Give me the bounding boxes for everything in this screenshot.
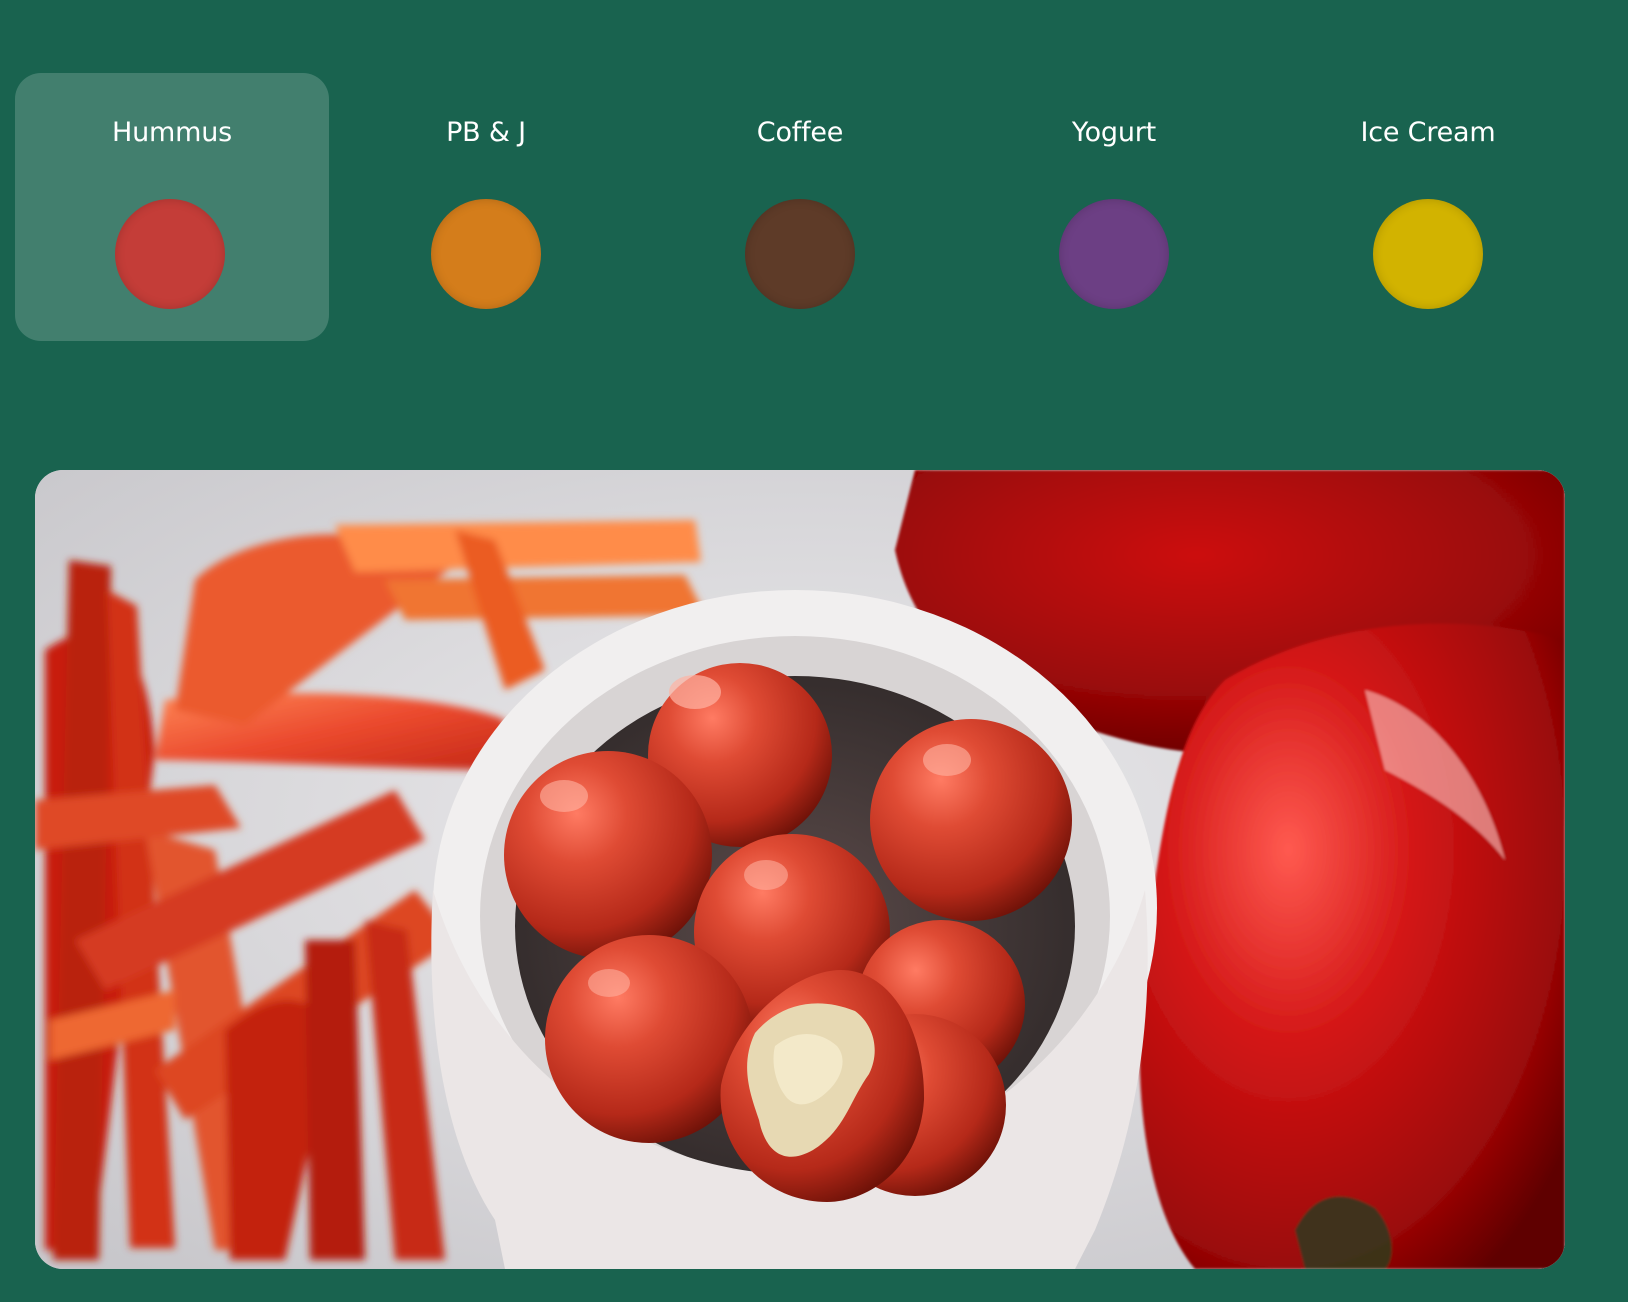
tab-label-ice-cream: Ice Cream xyxy=(1360,117,1496,148)
hummus-product-image xyxy=(35,470,1565,1269)
tab-coffee[interactable]: Coffee xyxy=(643,73,957,341)
pb-and-j-color-swatch xyxy=(431,199,541,309)
flavor-tabs: Hummus PB & J Coffee Yogurt Ice Cream xyxy=(15,73,1587,341)
tab-label-pb-and-j: PB & J xyxy=(446,117,526,148)
hummus-color-swatch xyxy=(115,199,225,309)
tab-yogurt[interactable]: Yogurt xyxy=(957,73,1271,341)
tab-label-coffee: Coffee xyxy=(756,117,844,148)
tab-hummus[interactable]: Hummus xyxy=(15,73,329,341)
coffee-color-swatch xyxy=(745,199,855,309)
yogurt-color-swatch xyxy=(1059,199,1169,309)
tab-ice-cream[interactable]: Ice Cream xyxy=(1271,73,1585,341)
tab-label-yogurt: Yogurt xyxy=(1071,117,1157,148)
ice-cream-color-swatch xyxy=(1373,199,1483,309)
tab-pb-and-j[interactable]: PB & J xyxy=(329,73,643,341)
hummus-bites-photo xyxy=(35,470,1565,1269)
tab-label-hummus: Hummus xyxy=(112,117,232,148)
